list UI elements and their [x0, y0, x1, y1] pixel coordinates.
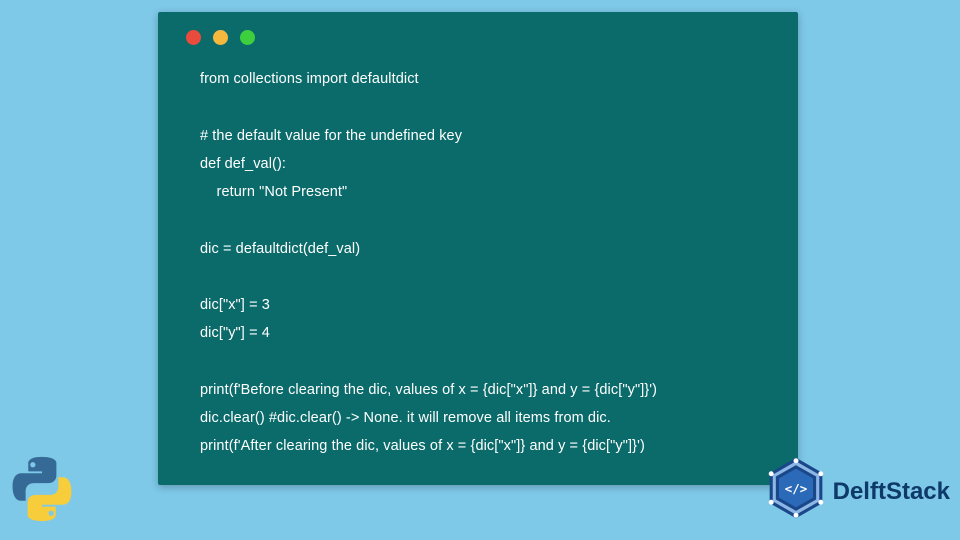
python-logo-icon	[6, 453, 78, 530]
minimize-icon	[213, 30, 228, 45]
code-content: from collections import defaultdict # th…	[200, 65, 770, 461]
delftstack-brand: </> DelftStack	[765, 457, 950, 526]
window-controls	[186, 30, 770, 45]
close-icon	[186, 30, 201, 45]
svg-text:</>: </>	[784, 481, 806, 496]
maximize-icon	[240, 30, 255, 45]
code-block: from collections import defaultdict # th…	[158, 12, 798, 485]
brand-name: DelftStack	[833, 478, 950, 506]
delftstack-logo-icon: </>	[765, 457, 827, 526]
